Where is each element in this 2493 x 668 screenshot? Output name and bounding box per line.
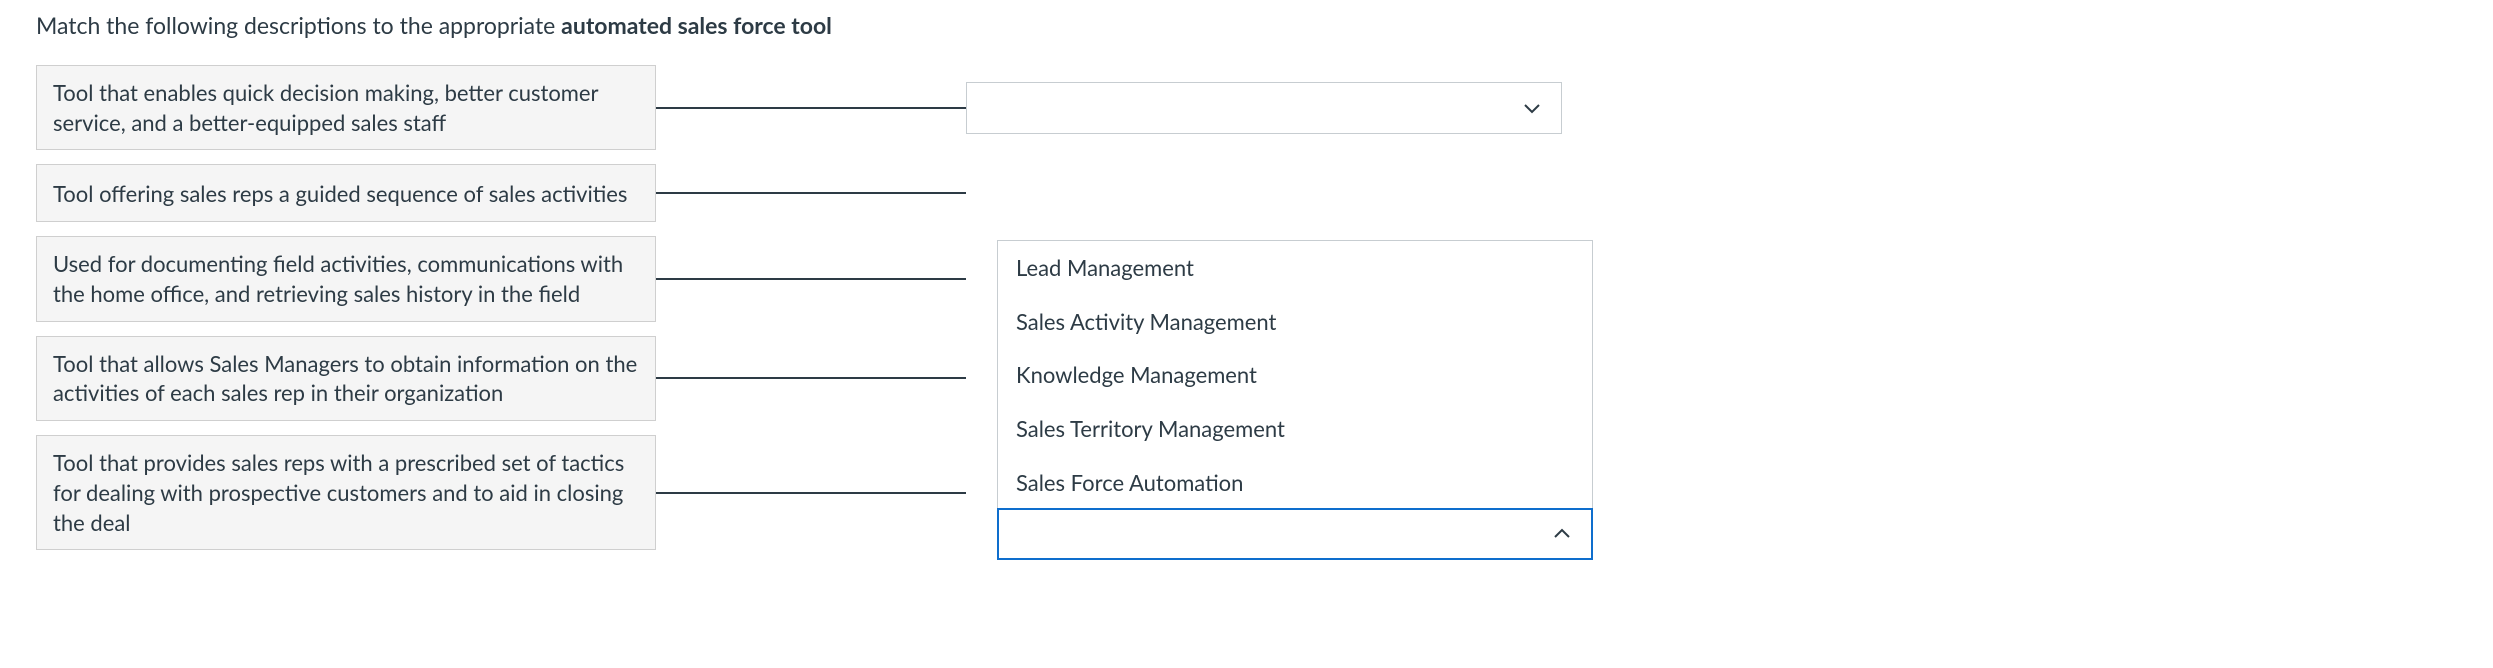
description-text: Tool that provides sales reps with a pre… <box>53 448 639 537</box>
answer-select[interactable] <box>966 82 1562 134</box>
connector-line <box>656 192 966 194</box>
description-box: Tool offering sales reps a guided sequen… <box>36 164 656 222</box>
select-option[interactable]: Sales Territory Management <box>998 402 1592 456</box>
answer-select-dropdown[interactable]: Lead Management Sales Activity Managemen… <box>997 240 1593 560</box>
answer-select-open[interactable] <box>997 508 1593 560</box>
match-row: Tool that enables quick decision making,… <box>36 65 1596 150</box>
connector-line <box>656 107 966 109</box>
connector-line <box>656 492 966 494</box>
select-option[interactable]: Sales Force Automation <box>998 456 1592 510</box>
select-option[interactable]: Sales Activity Management <box>998 295 1592 349</box>
description-box: Tool that provides sales reps with a pre… <box>36 435 656 550</box>
question-prompt: Match the following descriptions to the … <box>36 10 2493 41</box>
chevron-up-icon <box>1551 523 1573 545</box>
description-box: Tool that allows Sales Managers to obtai… <box>36 336 656 421</box>
description-box: Used for documenting field activities, c… <box>36 236 656 321</box>
description-text: Tool that enables quick decision making,… <box>53 78 639 137</box>
description-box: Tool that enables quick decision making,… <box>36 65 656 150</box>
chevron-down-icon <box>1521 97 1543 119</box>
connector-line <box>656 377 966 379</box>
connector-line <box>656 278 966 280</box>
prompt-bold: automated sales force tool <box>561 11 832 39</box>
description-text: Used for documenting field activities, c… <box>53 249 639 308</box>
select-option[interactable]: Knowledge Management <box>998 348 1592 402</box>
prompt-prefix: Match the following descriptions to the … <box>36 11 561 39</box>
description-text: Tool that allows Sales Managers to obtai… <box>53 349 639 408</box>
description-text: Tool offering sales reps a guided sequen… <box>53 179 627 209</box>
match-row: Tool offering sales reps a guided sequen… <box>36 164 1596 222</box>
select-option[interactable]: Lead Management <box>998 241 1592 295</box>
